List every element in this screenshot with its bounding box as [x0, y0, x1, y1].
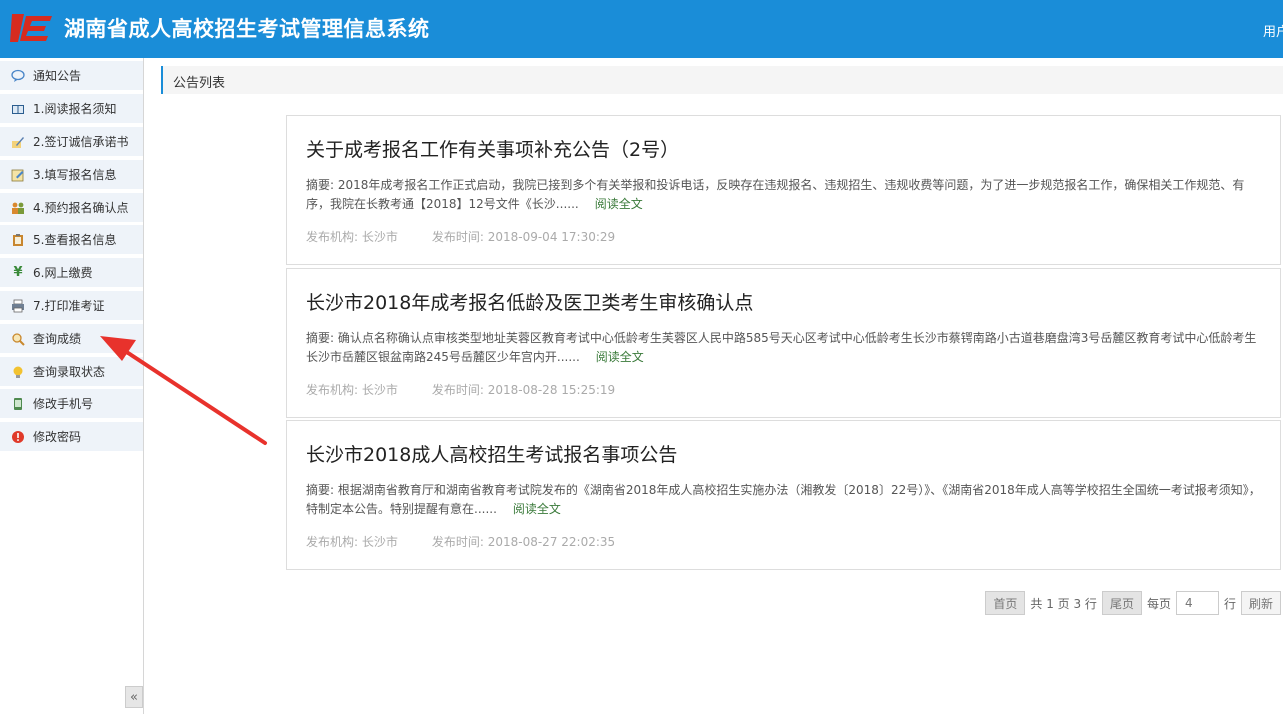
sidebar-item-label: 6.网上缴费	[33, 266, 93, 280]
publisher-org: 发布机构: 长沙市	[306, 383, 398, 397]
announcement-title[interactable]: 长沙市2018年成考报名低龄及医卫类考生审核确认点	[306, 288, 753, 315]
breadcrumb-label: 公告列表	[173, 76, 226, 91]
sidebar-item-label: 1.阅读报名须知	[33, 102, 117, 116]
summary-text: 摘要: 确认点名称确认点审核类型地址芙蓉区教育考试中心低龄考生芙蓉区人民中路58…	[306, 331, 1257, 364]
summary-text: 摘要: 根据湖南省教育厅和湖南省教育考试院发布的《湖南省2018年成人高校招生实…	[306, 483, 1261, 516]
announcement-card: 关于成考报名工作有关事项补充公告（2号） 摘要: 2018年成考报名工作正式启动…	[286, 115, 1281, 265]
announcement-summary: 摘要: 根据湖南省教育厅和湖南省教育考试院发布的《湖南省2018年成人高校招生实…	[306, 481, 1266, 519]
page-info: 共 1 页 3 行	[1030, 596, 1097, 611]
announcement-summary: 摘要: 确认点名称确认点审核类型地址芙蓉区教育考试中心低龄考生芙蓉区人民中路58…	[306, 329, 1266, 367]
sidebar-item-notice[interactable]: 通知公告	[0, 61, 143, 91]
sidebar-item-label: 7.打印准考证	[33, 299, 105, 313]
read-more-link[interactable]: 阅读全文	[596, 350, 644, 364]
publish-time: 发布时间: 2018-08-27 22:02:35	[431, 535, 616, 549]
clipboard-icon	[10, 232, 26, 248]
publish-time: 发布时间: 2018-08-28 15:25:19	[431, 383, 616, 397]
sidebar-item-label: 修改手机号	[33, 397, 94, 411]
lightbulb-icon	[10, 364, 26, 380]
system-logo-icon	[10, 14, 52, 42]
publish-time: 发布时间: 2018-09-04 17:30:29	[431, 230, 616, 244]
alert-icon	[10, 429, 26, 445]
sidebar-item-change-phone[interactable]: 修改手机号	[0, 389, 143, 419]
sidebar-item-label: 3.填写报名信息	[33, 168, 117, 182]
first-page-button[interactable]: 首页	[985, 591, 1026, 615]
sidebar-item-label: 查询成绩	[33, 332, 82, 346]
magnifier-icon	[10, 331, 26, 347]
sidebar-item-read-notice[interactable]: 1.阅读报名须知	[0, 94, 143, 124]
sidebar: 通知公告 1.阅读报名须知 2.签订诚信承诺书 3.填写报名信息 4.预约报名确…	[0, 58, 144, 714]
sidebar-item-label: 修改密码	[33, 430, 82, 444]
read-more-link[interactable]: 阅读全文	[595, 197, 643, 211]
announcement-meta: 发布机构: 长沙市 发布时间: 2018-08-28 15:25:19	[306, 381, 615, 398]
announcement-meta: 发布机构: 长沙市 发布时间: 2018-09-04 17:30:29	[306, 228, 615, 245]
pen-sign-icon	[10, 134, 26, 150]
sidebar-item-label: 2.签订诚信承诺书	[33, 135, 129, 149]
book-icon	[10, 101, 26, 117]
sidebar-item-payment[interactable]: ¥ 6.网上缴费	[0, 258, 143, 288]
summary-text: 摘要: 2018年成考报名工作正式启动，我院已接到多个有关举报和投诉电话，反映存…	[306, 178, 1245, 211]
announcement-card: 长沙市2018成人高校招生考试报名事项公告 摘要: 根据湖南省教育厅和湖南省教育…	[286, 420, 1281, 570]
announcement-title[interactable]: 长沙市2018成人高校招生考试报名事项公告	[306, 440, 677, 467]
read-more-link[interactable]: 阅读全文	[513, 502, 561, 516]
sidebar-item-change-password[interactable]: 修改密码	[0, 422, 143, 452]
sidebar-item-fill-info[interactable]: 3.填写报名信息	[0, 160, 143, 190]
chat-bubble-icon	[10, 68, 26, 84]
announcement-card: 长沙市2018年成考报名低龄及医卫类考生审核确认点 摘要: 确认点名称确认点审核…	[286, 268, 1281, 418]
user-label[interactable]: 用户	[1263, 21, 1283, 40]
announcement-title[interactable]: 关于成考报名工作有关事项补充公告（2号）	[306, 135, 679, 162]
rows-unit-label: 行	[1223, 596, 1236, 611]
announcement-summary: 摘要: 2018年成考报名工作正式启动，我院已接到多个有关举报和投诉电话，反映存…	[306, 176, 1266, 214]
pagination: 首页 共 1 页 3 行 尾页 每页 行 刷新	[985, 591, 1281, 615]
breadcrumb: 公告列表	[161, 66, 1283, 94]
publisher-org: 发布机构: 长沙市	[306, 230, 398, 244]
top-header: 湖南省成人高校招生考试管理信息系统 用户	[0, 0, 1283, 58]
sidebar-item-label: 4.预约报名确认点	[33, 201, 129, 215]
app-title: 湖南省成人高校招生考试管理信息系统	[64, 16, 430, 41]
yen-icon: ¥	[13, 265, 23, 280]
publisher-org: 发布机构: 长沙市	[306, 535, 398, 549]
sidebar-item-sign-pledge[interactable]: 2.签订诚信承诺书	[0, 127, 143, 157]
phone-icon	[10, 396, 26, 412]
sidebar-item-label: 查询录取状态	[33, 365, 106, 379]
sidebar-collapse-button[interactable]: «	[125, 686, 143, 708]
sidebar-item-book-confirm[interactable]: 4.预约报名确认点	[0, 193, 143, 223]
sidebar-item-label: 通知公告	[33, 69, 82, 83]
per-page-label: 每页	[1146, 596, 1171, 611]
sidebar-item-view-info[interactable]: 5.查看报名信息	[0, 225, 143, 255]
announcement-meta: 发布机构: 长沙市 发布时间: 2018-08-27 22:02:35	[306, 533, 615, 550]
edit-form-icon	[10, 167, 26, 183]
people-icon	[10, 200, 26, 216]
sidebar-item-label: 5.查看报名信息	[33, 233, 117, 247]
sidebar-item-query-admission[interactable]: 查询录取状态	[0, 357, 143, 387]
printer-icon	[10, 298, 26, 314]
rows-per-page-input[interactable]	[1175, 591, 1219, 615]
refresh-button[interactable]: 刷新	[1240, 591, 1281, 615]
last-page-button[interactable]: 尾页	[1101, 591, 1142, 615]
sidebar-item-query-score[interactable]: 查询成绩	[0, 324, 143, 354]
sidebar-item-print-ticket[interactable]: 7.打印准考证	[0, 291, 143, 321]
